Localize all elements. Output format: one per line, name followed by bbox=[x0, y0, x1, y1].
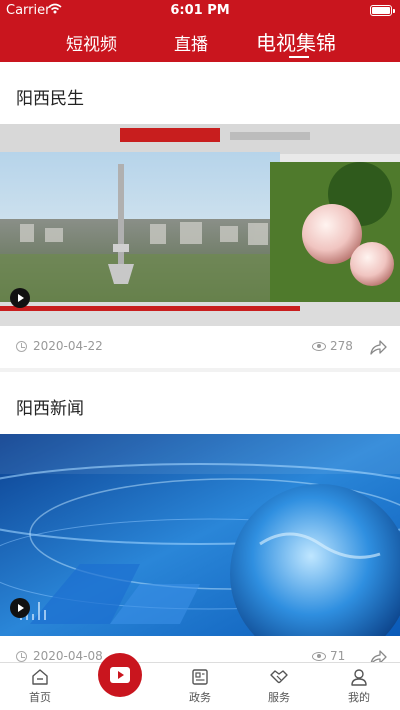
status-time: 6:01 PM bbox=[170, 3, 230, 18]
video-thumbnail[interactable] bbox=[0, 434, 400, 636]
bottom-nav: 首页 政务 服务 我的 bbox=[0, 653, 400, 710]
card-meta: 2020-04-22 278 bbox=[0, 338, 400, 358]
eye-icon bbox=[312, 342, 326, 351]
handshake-icon bbox=[270, 670, 288, 684]
header: Carrier 6:01 PM 短视频 直播 电视集锦 bbox=[0, 0, 400, 62]
view-count: 71 bbox=[330, 649, 346, 662]
home-icon bbox=[32, 669, 48, 685]
news-icon bbox=[192, 669, 208, 685]
status-bar: Carrier 6:01 PM bbox=[0, 0, 400, 20]
publish-date: 2020-04-08 bbox=[33, 649, 103, 662]
feed-card: 阳西新闻 2020-04-08 71 bbox=[0, 372, 400, 662]
tab-live[interactable]: 直播 bbox=[174, 30, 208, 55]
card-meta: 2020-04-08 71 bbox=[0, 648, 400, 662]
view-count: 278 bbox=[330, 339, 353, 353]
nav-service[interactable]: 服务 bbox=[249, 667, 309, 705]
nav-home[interactable]: 首页 bbox=[10, 667, 70, 705]
tab-tv-highlights[interactable]: 电视集锦 bbox=[256, 27, 336, 56]
clock-icon bbox=[16, 341, 27, 352]
video-thumbnail-image bbox=[0, 124, 400, 326]
feed-card: 阳西民生 2020-04-22 278 bbox=[0, 62, 400, 368]
nav-government[interactable]: 政务 bbox=[170, 667, 230, 705]
share-icon[interactable] bbox=[368, 338, 388, 356]
content-feed[interactable]: 阳西民生 2020-04-22 278 阳西新闻 2020-04-08 71 bbox=[0, 62, 400, 662]
active-tab-indicator bbox=[289, 56, 309, 58]
section-title: 阳西新闻 bbox=[16, 399, 84, 419]
share-icon[interactable] bbox=[368, 648, 388, 662]
publish-date: 2020-04-22 bbox=[33, 339, 103, 353]
user-icon bbox=[351, 669, 367, 686]
play-icon[interactable] bbox=[10, 288, 30, 308]
nav-government-label: 政务 bbox=[189, 691, 211, 704]
nav-mine-label: 我的 bbox=[348, 691, 370, 704]
nav-service-label: 服务 bbox=[268, 691, 290, 704]
play-icon[interactable] bbox=[10, 598, 30, 618]
nav-mine[interactable]: 我的 bbox=[329, 667, 389, 705]
battery-icon bbox=[370, 5, 395, 16]
clock-icon bbox=[16, 651, 27, 662]
tab-short-video[interactable]: 短视频 bbox=[66, 30, 117, 55]
video-play-icon bbox=[110, 667, 130, 683]
video-thumbnail[interactable] bbox=[0, 124, 400, 326]
section-title: 阳西民生 bbox=[16, 89, 84, 109]
app-root: Carrier 6:01 PM 短视频 直播 电视集锦 阳西民生 2020-04… bbox=[0, 0, 400, 710]
nav-video-button[interactable] bbox=[98, 653, 142, 697]
nav-home-label: 首页 bbox=[29, 691, 51, 704]
video-thumbnail-image bbox=[0, 434, 400, 636]
eye-icon bbox=[312, 652, 326, 661]
top-tabs: 短视频 直播 电视集锦 bbox=[0, 26, 400, 60]
